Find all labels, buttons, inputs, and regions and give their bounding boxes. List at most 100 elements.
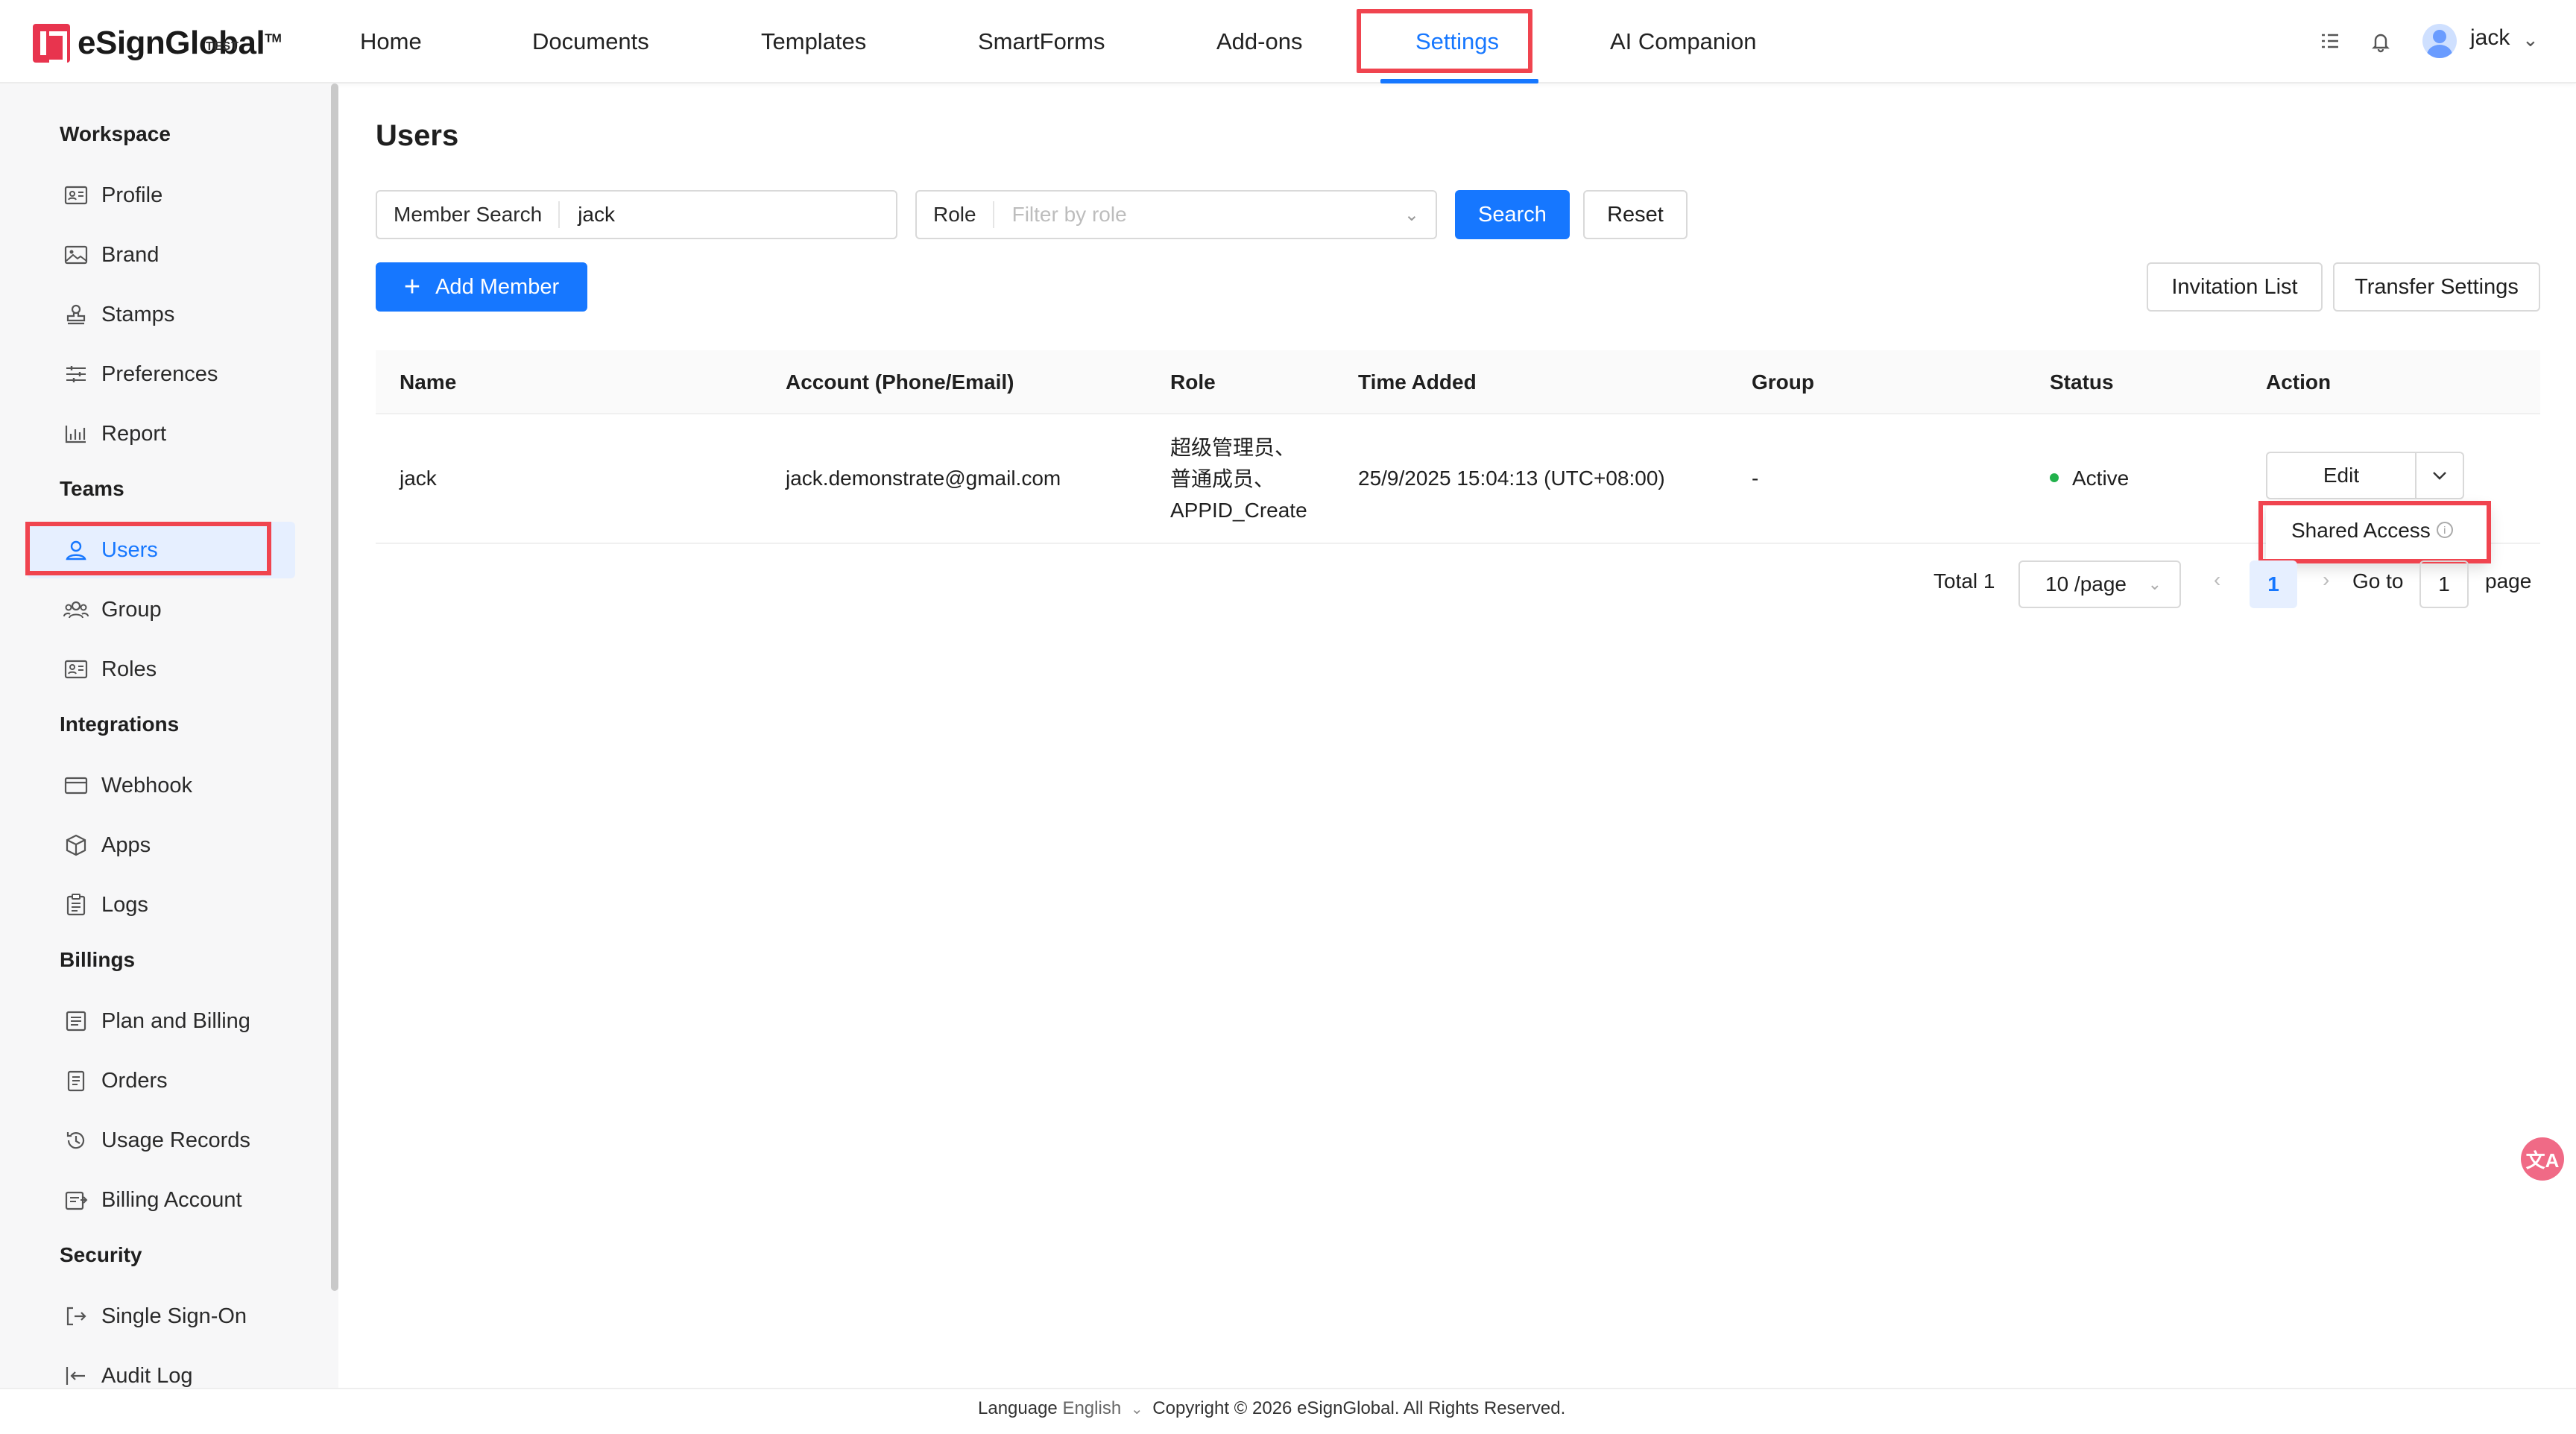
column-header-account: Account (Phone/Email) bbox=[786, 370, 1014, 394]
language-label: Language bbox=[978, 1398, 1058, 1418]
sidebar-item-plan-and-billing[interactable]: Plan and Billing bbox=[27, 993, 295, 1049]
plus-icon: + bbox=[403, 271, 421, 303]
sidebar-scrollbar[interactable] bbox=[331, 83, 338, 1291]
nav-home[interactable]: Home bbox=[360, 22, 422, 61]
avatar[interactable] bbox=[2422, 24, 2457, 58]
sidebar-item-logs[interactable]: Logs bbox=[27, 876, 295, 933]
copyright-text: Copyright © 2026 eSignGlobal. All Rights… bbox=[1152, 1398, 1566, 1418]
page-size-value: 10 /page bbox=[2045, 572, 2127, 596]
roles-icon bbox=[61, 659, 91, 680]
orders-icon bbox=[61, 1070, 91, 1092]
page-size-select[interactable]: 10 /page ⌄ bbox=[2018, 560, 2181, 608]
sidebar-item-preferences[interactable]: Preferences bbox=[27, 346, 295, 402]
column-header-role: Role bbox=[1170, 370, 1216, 394]
sidebar-item-label: Webhook bbox=[101, 773, 192, 797]
user-name[interactable]: jack bbox=[2470, 25, 2510, 51]
column-header-status: Status bbox=[2050, 370, 2114, 394]
column-header-group: Group bbox=[1752, 370, 1814, 394]
column-header-name: Name bbox=[400, 370, 457, 394]
footer: Language English ⌄ Copyright © 2026 eSig… bbox=[0, 1388, 2576, 1434]
cell-account: jack.demonstrate@gmail.com bbox=[786, 467, 1061, 490]
cell-time-added: 25/9/2025 15:04:13 (UTC+08:00) bbox=[1358, 467, 1665, 490]
sidebar-item-label: Roles bbox=[101, 657, 157, 681]
environment-badge: TEST bbox=[206, 40, 239, 53]
cell-name: jack bbox=[400, 467, 437, 490]
page-suffix: page bbox=[2485, 569, 2532, 593]
language-select[interactable]: English bbox=[1062, 1398, 1121, 1418]
current-page-button[interactable]: 1 bbox=[2250, 560, 2297, 608]
sidebar-item-apps[interactable]: Apps bbox=[27, 817, 295, 874]
sidebar-item-webhook[interactable]: Webhook bbox=[27, 757, 295, 814]
table-row: jack jack.demonstrate@gmail.com 超级管理员、 普… bbox=[376, 414, 2540, 544]
edit-button[interactable]: Edit bbox=[2267, 453, 2416, 498]
translate-icon[interactable]: 文A bbox=[2521, 1137, 2564, 1181]
status-badge: Active bbox=[2050, 467, 2129, 490]
sidebar-item-label: Orders bbox=[101, 1068, 168, 1093]
chevron-down-icon[interactable]: ⌄ bbox=[2522, 28, 2539, 51]
add-member-button[interactable]: + Add Member bbox=[376, 262, 587, 312]
chevron-down-icon[interactable]: ⌄ bbox=[1131, 1401, 1143, 1418]
nav-ai-companion[interactable]: AI Companion bbox=[1610, 22, 1756, 61]
footer-content: Language English ⌄ Copyright © 2026 eSig… bbox=[978, 1398, 1565, 1419]
brand-name: eSignGlobalTM bbox=[78, 25, 282, 61]
sidebar-item-label: Billing Account bbox=[101, 1187, 242, 1212]
more-actions-button[interactable] bbox=[2416, 453, 2463, 498]
sidebar-section-workspace: Workspace bbox=[60, 122, 171, 145]
sidebar-item-label: Preferences bbox=[101, 361, 218, 386]
invitation-list-button[interactable]: Invitation List bbox=[2147, 262, 2323, 312]
sidebar-item-label: Apps bbox=[101, 833, 151, 857]
clipboard-icon bbox=[61, 894, 91, 916]
audit-log-icon bbox=[61, 1365, 91, 1387]
sidebar-item-roles[interactable]: Roles bbox=[27, 641, 295, 698]
sidebar-item-label: Report bbox=[101, 421, 167, 446]
sidebar-item-label: Group bbox=[101, 597, 162, 622]
member-search-field[interactable]: Member Search jack bbox=[376, 190, 897, 239]
chevron-down-icon bbox=[2433, 472, 2446, 480]
group-icon bbox=[61, 599, 91, 620]
sidebar-item-label: Stamps bbox=[101, 302, 175, 326]
sidebar-section-integrations: Integrations bbox=[60, 713, 180, 736]
sidebar-item-brand[interactable]: Brand bbox=[27, 227, 295, 283]
sidebar-item-label: Single Sign-On bbox=[101, 1304, 247, 1328]
reset-button[interactable]: Reset bbox=[1583, 190, 1688, 239]
role-line: 超级管理员、 bbox=[1170, 436, 1296, 459]
bell-icon[interactable] bbox=[2366, 27, 2396, 57]
nav-add-ons[interactable]: Add-ons bbox=[1216, 22, 1302, 61]
transfer-settings-button[interactable]: Transfer Settings bbox=[2333, 262, 2540, 312]
sidebar-item-billing-account[interactable]: Billing Account bbox=[27, 1172, 295, 1228]
column-header-time-added: Time Added bbox=[1358, 370, 1477, 394]
shared-access-highlight-box bbox=[2258, 501, 2491, 563]
member-search-input[interactable]: jack bbox=[560, 203, 896, 227]
sidebar-section-security: Security bbox=[60, 1243, 142, 1266]
brand-logo[interactable]: eSignGlobalTM bbox=[33, 21, 282, 66]
id-card-icon bbox=[61, 185, 91, 206]
sidebar-item-report[interactable]: Report bbox=[27, 405, 295, 462]
goto-page-input[interactable]: 1 bbox=[2419, 560, 2469, 608]
sidebar-item-profile[interactable]: Profile bbox=[27, 167, 295, 224]
plan-icon bbox=[61, 1010, 91, 1032]
status-label: Active bbox=[2072, 467, 2130, 490]
sidebar-item-label: Plan and Billing bbox=[101, 1008, 250, 1033]
role-filter-placeholder: Filter by role bbox=[1011, 203, 1127, 226]
role-filter-select[interactable]: Role Filter by role ⌄ bbox=[915, 190, 1437, 239]
nav-smartforms[interactable]: SmartForms bbox=[978, 22, 1105, 61]
page-title: Users bbox=[376, 119, 459, 152]
sidebar-item-stamps[interactable]: Stamps bbox=[27, 286, 295, 343]
goto-label: Go to bbox=[2352, 569, 2404, 593]
prev-page-icon[interactable]: ‹ bbox=[2214, 568, 2220, 592]
nav-documents[interactable]: Documents bbox=[532, 22, 649, 61]
active-tab-indicator bbox=[1380, 79, 1538, 83]
nav-templates[interactable]: Templates bbox=[761, 22, 866, 61]
sidebar-item-single-sign-on[interactable]: Single Sign-On bbox=[27, 1288, 295, 1345]
task-list-icon[interactable] bbox=[2315, 27, 2345, 57]
sidebar-item-usage-records[interactable]: Usage Records bbox=[27, 1112, 295, 1169]
pagination-total: Total 1 bbox=[1933, 569, 1995, 593]
top-navigation-bar: eSignGlobalTM TEST Home Documents Templa… bbox=[0, 0, 2576, 83]
search-button[interactable]: Search bbox=[1455, 190, 1570, 239]
webhook-icon bbox=[61, 775, 91, 796]
next-page-icon[interactable]: › bbox=[2323, 568, 2329, 592]
member-search-label: Member Search bbox=[377, 201, 561, 228]
sidebar-item-group[interactable]: Group bbox=[27, 581, 295, 638]
sidebar-item-orders[interactable]: Orders bbox=[27, 1052, 295, 1109]
table-header: Name Account (Phone/Email) Role Time Add… bbox=[376, 350, 2540, 414]
